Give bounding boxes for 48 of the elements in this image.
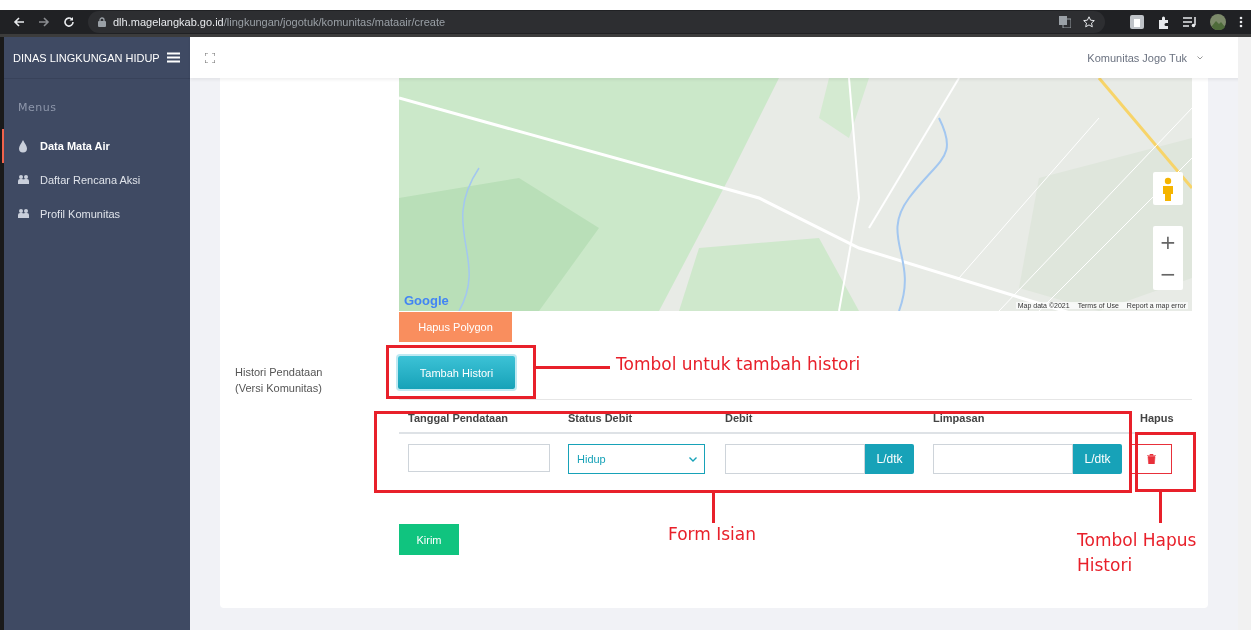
sidebar-item[interactable]: Profil Komunitas: [2, 197, 190, 231]
scrollbar[interactable]: [1238, 37, 1251, 630]
unit-label: L/dtk: [1073, 444, 1122, 474]
sidebar-item[interactable]: Daftar Rencana Aksi: [2, 163, 190, 197]
chevron-down-icon: [689, 456, 697, 462]
section-label: Menus: [17, 100, 58, 116]
playlist-icon[interactable]: [1183, 16, 1197, 28]
app-title: DINAS LINGKUNGAN HIDUP: [13, 51, 160, 64]
column-header: Hapus: [1131, 412, 1192, 434]
runoff-field[interactable]: [933, 444, 1073, 474]
drop-icon: [18, 139, 29, 153]
highlight-box: [1135, 432, 1196, 492]
translate-icon[interactable]: [1059, 16, 1071, 28]
field-sublabel: (Versi Komunitas): [235, 381, 323, 396]
zoom-out-button[interactable]: −: [1153, 258, 1183, 290]
zoom-in-button[interactable]: +: [1153, 226, 1183, 258]
leader-line: [712, 493, 715, 523]
lock-icon: [98, 17, 106, 27]
star-icon[interactable]: [1083, 16, 1095, 28]
google-logo: Google: [404, 293, 449, 308]
column-header: Debit: [716, 412, 924, 434]
leader-line: [1159, 492, 1162, 523]
status-dropdown[interactable]: Hidup: [568, 444, 705, 474]
column-header: Tanggal Pendataan: [399, 412, 559, 434]
menu-icon[interactable]: [166, 52, 180, 63]
annotation-text: Tombol Hapus Histori: [1077, 529, 1198, 577]
back-icon[interactable]: [13, 16, 25, 28]
address-bar[interactable]: dlh.magelangkab.go.id/lingkungan/jogotuk/komunitas/mataair/create: [88, 11, 1105, 33]
people-icon: [18, 173, 29, 187]
people-icon: [18, 207, 29, 221]
column-header: Status Debit: [559, 412, 716, 434]
reload-icon[interactable]: [63, 16, 75, 28]
avatar-icon[interactable]: [1210, 14, 1226, 30]
fullscreen-icon[interactable]: [205, 52, 215, 63]
user-menu[interactable]: Komunitas Jogo Tuk: [1087, 51, 1203, 64]
trash-icon: [1147, 454, 1156, 464]
chevron-down-icon: [1197, 55, 1203, 60]
date-field[interactable]: [408, 444, 550, 472]
annotation-text: Form Isian: [668, 523, 756, 546]
forward-icon[interactable]: [38, 16, 50, 28]
more-icon[interactable]: [1239, 16, 1243, 28]
annotation-text: Tombol untuk tambah histori: [616, 353, 861, 376]
unit-label: L/dtk: [865, 444, 914, 474]
column-header: Limpasan: [924, 412, 1131, 434]
url-text: dlh.magelangkab.go.id/lingkungan/jogotuk/komunitas/mataair/create: [113, 16, 447, 28]
debit-field[interactable]: [725, 444, 865, 474]
puzzle-icon[interactable]: [1157, 15, 1170, 29]
field-label: Histori Pendataan: [235, 365, 324, 380]
